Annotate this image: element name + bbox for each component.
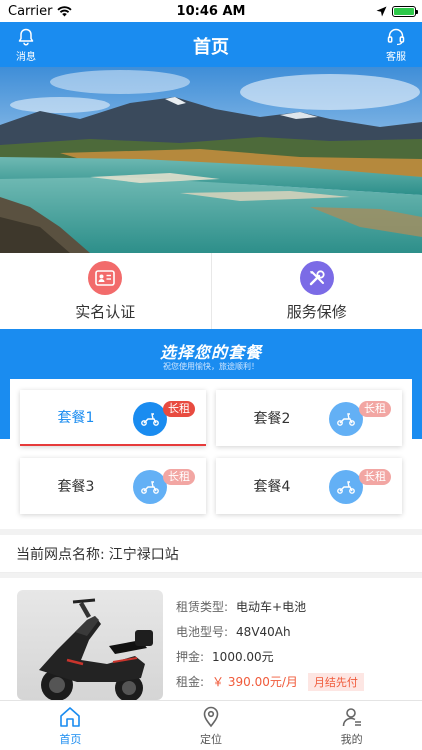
package-section: 选择您的套餐 祝您使用愉快，旅途顺利！ 套餐1 长租 套餐2 长租 套餐3 长租… [0, 329, 422, 529]
tab-profile-label: 我的 [340, 732, 363, 746]
tab-home[interactable]: 首页 [0, 701, 141, 750]
tab-location[interactable]: 定位 [141, 701, 282, 750]
rent-type-row: 租赁类型: 电动车+电池 [176, 594, 364, 619]
package-name: 套餐2 [253, 411, 291, 427]
package-card-2[interactable]: 套餐2 长租 [216, 390, 402, 446]
location-icon [203, 706, 219, 727]
service-repair-label: 服务保修 [286, 302, 347, 321]
scooter-icon [329, 470, 363, 504]
rent-type-label: 租赁类型: [176, 600, 229, 614]
real-name-auth-button[interactable]: 实名认证 [0, 253, 211, 329]
rent-row: 租金: ￥ 390.00元/月 月结先付 [176, 669, 364, 694]
scooter-icon [133, 470, 167, 504]
long-rent-tag: 长租 [163, 401, 195, 417]
package-title: 选择您的套餐 [159, 343, 262, 362]
package-panel: 套餐1 长租 套餐2 长租 套餐3 长租 套餐4 长租 [10, 379, 412, 525]
package-name: 套餐1 [57, 410, 95, 426]
package-name: 套餐3 [57, 479, 95, 495]
deposit-label: 押金: [176, 650, 205, 664]
page-title: 首页 [193, 37, 229, 58]
package-card-3[interactable]: 套餐3 长租 [20, 458, 206, 514]
tab-location-label: 定位 [200, 732, 222, 746]
rent-label: 租金: [176, 675, 205, 689]
long-rent-tag: 长租 [359, 469, 391, 485]
battery-icon [392, 5, 418, 17]
deposit-value: 1000.00元 [212, 650, 274, 664]
status-bar: Carrier 10:46 AM [0, 0, 422, 22]
user-icon [342, 707, 361, 726]
package-subtitle: 祝您使用愉快，旅途顺利！ [163, 362, 259, 371]
status-time: 10:46 AM [176, 3, 246, 19]
headset-icon [387, 28, 405, 46]
rent-price: ￥ 390.00元/月 [212, 675, 298, 689]
package-card-4[interactable]: 套餐4 长租 [216, 458, 402, 514]
banner-image[interactable] [0, 67, 422, 253]
long-rent-tag: 长租 [359, 401, 391, 417]
bike-info: 租赁类型: 电动车+电池 电池型号: 48V40Ah 押金: 1000.00元 … [176, 594, 364, 694]
customer-service-label: 客服 [386, 52, 406, 63]
service-repair-button[interactable]: 服务保修 [210, 253, 422, 329]
scooter-icon [329, 402, 363, 436]
tab-profile[interactable]: 我的 [281, 701, 422, 750]
rent-type-value: 电动车+电池 [236, 600, 307, 614]
tab-home-label: 首页 [59, 732, 82, 746]
tools-icon [299, 260, 334, 295]
home-icon [60, 706, 81, 727]
long-rent-tag: 长租 [163, 469, 195, 485]
station-name: 江宁禄口站 [108, 547, 179, 563]
landscape-image [0, 67, 422, 253]
battery-value: 48V40Ah [236, 624, 291, 639]
package-name: 套餐4 [253, 479, 291, 495]
id-card-icon [88, 260, 123, 295]
payment-badge: 月结先付 [307, 672, 364, 691]
battery-row: 电池型号: 48V40Ah [176, 619, 364, 644]
battery-label: 电池型号: [176, 625, 229, 639]
quick-actions: 实名认证 服务保修 [0, 253, 422, 329]
tab-bar: 首页 定位 我的 [0, 700, 422, 750]
app-header: 消息 首页 客服 [0, 22, 422, 67]
real-name-auth-label: 实名认证 [75, 302, 136, 321]
scooter-icon [133, 402, 167, 436]
deposit-row: 押金: 1000.00元 [176, 644, 364, 669]
scooter-image [17, 590, 163, 700]
current-station: 当前网点名称: 江宁禄口站 [0, 535, 422, 573]
customer-service-button[interactable]: 客服 [376, 27, 416, 63]
station-label: 当前网点名称: [16, 547, 105, 563]
bike-card[interactable]: 租赁类型: 电动车+电池 电池型号: 48V40Ah 押金: 1000.00元 … [0, 578, 422, 700]
package-card-1[interactable]: 套餐1 长租 [20, 390, 206, 446]
